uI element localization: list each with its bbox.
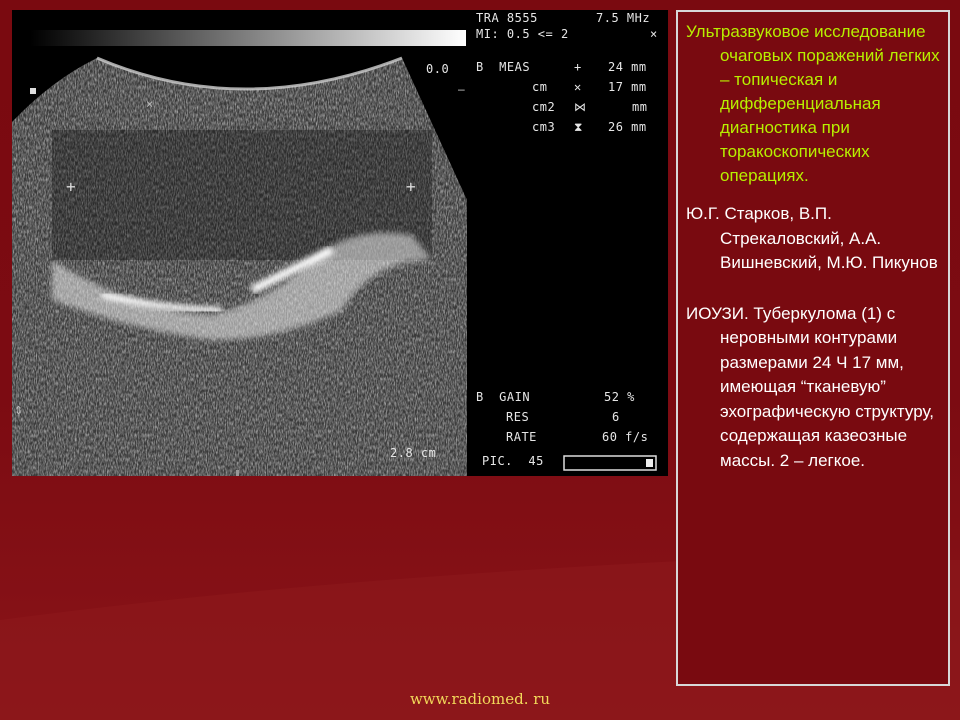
mi-label: MI: 0.5 <= 2 [476,27,569,41]
x-marker-icon: × [146,97,153,111]
x-mark-icon: × [650,27,658,41]
arrow-marker-icon: ⇕ [14,405,23,417]
plus-marker-icon: + [406,177,416,196]
cm2-value: mm [632,100,648,114]
depth-scale-label: 2.8 cm [390,446,437,460]
ultrasound-scan-graphic: + + × × – ⇕ [12,30,657,476]
cm-value: 17 mm [608,80,647,94]
res-label: RES [506,410,530,424]
plus-cross-icon: + [574,60,582,74]
authors-text: Ю.Г. Старков, В.П. Стрекаловский, А.А. В… [686,204,938,272]
hourglass-x-icon: ⋈ [574,100,587,114]
meas-label: B MEAS [476,60,531,74]
description-panel: Ультразвуковое исследование очаговых пор… [676,10,950,686]
probe-label: TRA 8555 [476,11,538,25]
cm-label: cm [532,80,548,94]
hourglass-icon: ⧗ [574,120,583,134]
gain-value: 52 % [604,390,635,404]
res-value: 6 [612,410,620,424]
pic-indicator-box [563,455,657,471]
square-marker-icon [30,88,36,94]
case-description: ИОУЗИ. Туберкулома (1) с неровными конту… [686,303,935,470]
cm3-value: 26 mm [608,120,647,134]
gain-label: B GAIN [476,390,531,404]
footer-site-link[interactable]: www.radiomed. ru [0,690,960,708]
x-mark-icon: ✕ [574,80,582,94]
minus-marker-icon: – [458,82,465,96]
pic-label: PIC. 45 [482,454,544,468]
plus-marker-icon: + [66,177,76,196]
slide-title: Ультразвуковое исследование очаговых пор… [686,22,940,185]
rate-value: 60 f/s [602,430,649,444]
rate-label: RATE [506,430,537,444]
grayscale-bar [30,30,466,46]
x-marker-icon: × [316,257,323,271]
meas-value: 24 mm [608,60,647,74]
cm2-label: cm2 [532,100,556,114]
cm3-label: cm3 [532,120,556,134]
frequency-label: 7.5 MHz [596,11,651,25]
ultrasound-image: + + × × – ⇕ TRA 8555 7.5 MHz MI: 0.5 <= … [12,10,668,476]
depth-zero-label: 0.0 [426,62,450,76]
